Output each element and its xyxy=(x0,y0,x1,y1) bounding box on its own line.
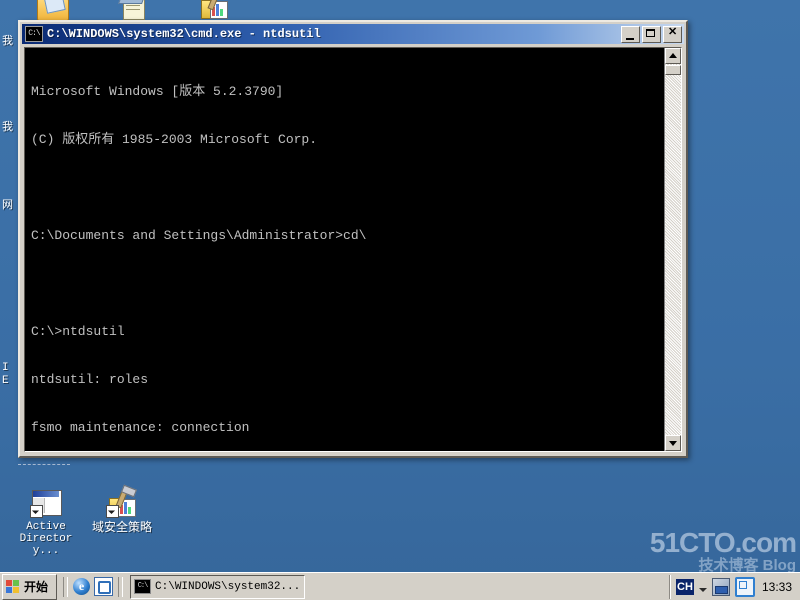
desktop-edge-label-fragment: I E xyxy=(2,362,9,387)
taskbar-divider xyxy=(63,576,69,597)
internet-explorer-icon[interactable]: e xyxy=(73,578,91,595)
ime-language-indicator[interactable]: CH xyxy=(675,578,694,595)
cmd-icon: C:\ xyxy=(25,26,43,42)
shortcut-overlay-icon xyxy=(106,505,119,518)
desktop-icon-label: 域安全策略 xyxy=(91,520,152,534)
taskbar-button-label: C:\WINDOWS\system32... xyxy=(155,580,301,593)
cmd-icon: C:\ xyxy=(134,579,152,594)
tools-icon xyxy=(106,484,138,518)
console-line: ntdsutil: roles xyxy=(31,372,149,387)
system-tray[interactable]: CH 13:33 xyxy=(668,574,797,599)
console-window-icon xyxy=(30,486,62,518)
shortcut-overlay-icon xyxy=(30,505,43,518)
start-button[interactable]: 开始 xyxy=(2,573,58,600)
console-area[interactable]: Microsoft Windows [版本 5.2.3790] (C) 版权所有… xyxy=(24,47,682,452)
desktop[interactable]: 我 我 网 I E Active Directory... 域安全策略 51CT… xyxy=(0,0,800,600)
scrollbar-thumb[interactable] xyxy=(665,65,681,75)
vertical-scrollbar[interactable] xyxy=(664,48,681,451)
watermark-title: 51CTO.com xyxy=(649,527,797,558)
scroll-down-button[interactable] xyxy=(665,435,681,451)
windows-flag-icon xyxy=(6,579,21,594)
desktop-icon-domain-security-policy[interactable]: 域安全策略 xyxy=(84,484,160,534)
minimize-button[interactable] xyxy=(621,25,640,43)
window-title-bar[interactable]: C:\ C:\WINDOWS\system32\cmd.exe - ntdsut… xyxy=(22,24,684,44)
desktop-icon-active-directory[interactable]: Active Directory... xyxy=(8,486,84,557)
console-output[interactable]: Microsoft Windows [版本 5.2.3790] (C) 版权所有… xyxy=(25,48,664,451)
desktop-edge-label-fragment: 我 xyxy=(2,122,13,134)
selection-marquee xyxy=(18,464,70,465)
close-icon: ✕ xyxy=(668,25,678,38)
desktop-edge-label-fragment: 我 xyxy=(2,36,13,48)
document-icon xyxy=(117,0,150,22)
desktop-icon-label: Active Directory... xyxy=(19,521,73,557)
taskbar-button-cmd[interactable]: C:\ C:\WINDOWS\system32... xyxy=(130,574,306,599)
console-line: Microsoft Windows [版本 5.2.3790] xyxy=(31,84,284,99)
start-button-label: 开始 xyxy=(24,580,49,594)
console-line: (C) 版权所有 1985-2003 Microsoft Corp. xyxy=(31,132,318,147)
folder-icon xyxy=(36,0,69,22)
desktop-edge-label-fragment: 网 xyxy=(2,200,13,212)
taskbar-clock[interactable]: 13:33 xyxy=(760,580,792,594)
chevron-down-icon[interactable] xyxy=(698,588,707,592)
task-button-list[interactable]: C:\ C:\WINDOWS\system32... xyxy=(126,574,669,599)
taskbar[interactable]: 开始 e C:\ C:\WINDOWS\system32... CH 13:33 xyxy=(0,572,800,600)
console-line: C:\Documents and Settings\Administrator>… xyxy=(31,228,367,243)
command-prompt-window[interactable]: C:\ C:\WINDOWS\system32\cmd.exe - ntdsut… xyxy=(18,20,688,458)
tools-icon xyxy=(198,0,230,20)
scroll-up-button[interactable] xyxy=(665,48,681,64)
show-desktop-icon[interactable] xyxy=(94,577,114,596)
console-line: C:\>ntdsutil xyxy=(31,324,125,339)
security-center-icon[interactable] xyxy=(734,576,755,597)
close-button[interactable]: ✕ xyxy=(663,25,682,43)
console-line: fsmo maintenance: connection xyxy=(31,420,250,435)
maximize-button[interactable] xyxy=(642,25,661,43)
window-title: C:\WINDOWS\system32\cmd.exe - ntdsutil xyxy=(47,27,321,41)
quick-launch-bar[interactable]: e xyxy=(71,577,115,596)
network-connection-icon[interactable] xyxy=(711,577,730,596)
watermark: 51CTO.com 技术博客 Blog xyxy=(649,527,797,575)
taskbar-divider xyxy=(118,576,124,597)
